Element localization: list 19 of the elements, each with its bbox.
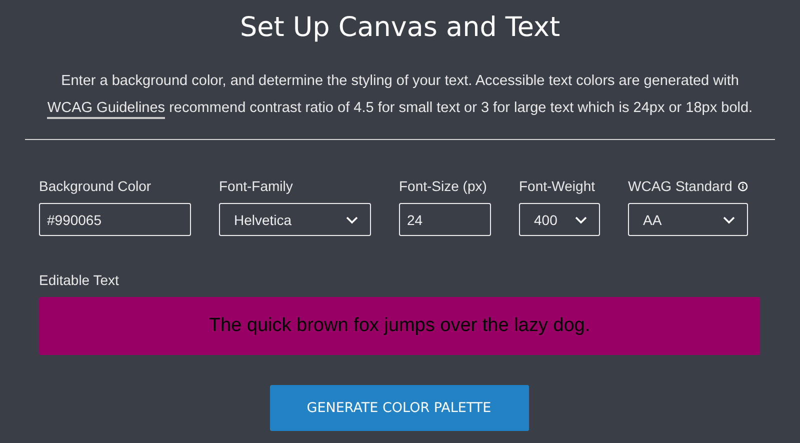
input-field[interactable]: 24 — [399, 203, 491, 236]
field-label: Editable Text — [39, 272, 119, 290]
caret-icon — [575, 216, 587, 224]
page-title: Set Up Canvas and Text — [238, 11, 562, 45]
field-label: Font-Weight — [519, 178, 595, 194]
wcag-link[interactable]: WCAG Guidelines — [47, 100, 166, 119]
caret-icon — [723, 216, 735, 224]
field-label: WCAG Standard — [628, 178, 732, 194]
field-label: Font-Family — [219, 178, 293, 194]
dropdown[interactable]: 400 — [519, 203, 600, 236]
intro-paragraph: Enter a background color, and determine the styling of your text. Accessible text colors are generated with WCAG Guidelines recommend contrast ratio of 4.5 for small text or 3 for large text which is 24px or 18px bold. — [0, 68, 800, 122]
field-label: Background Color — [39, 178, 152, 194]
field-label: Font-Size (px) — [399, 178, 487, 194]
dropdown[interactable]: Helvetica — [219, 203, 371, 236]
generate-button[interactable]: GENERATE COLOR PALETTE — [270, 385, 528, 431]
input-field[interactable]: #990065 — [39, 203, 191, 236]
info-icon[interactable] — [738, 180, 748, 192]
dropdown[interactable]: AA — [628, 203, 748, 236]
caret-icon — [346, 216, 358, 224]
